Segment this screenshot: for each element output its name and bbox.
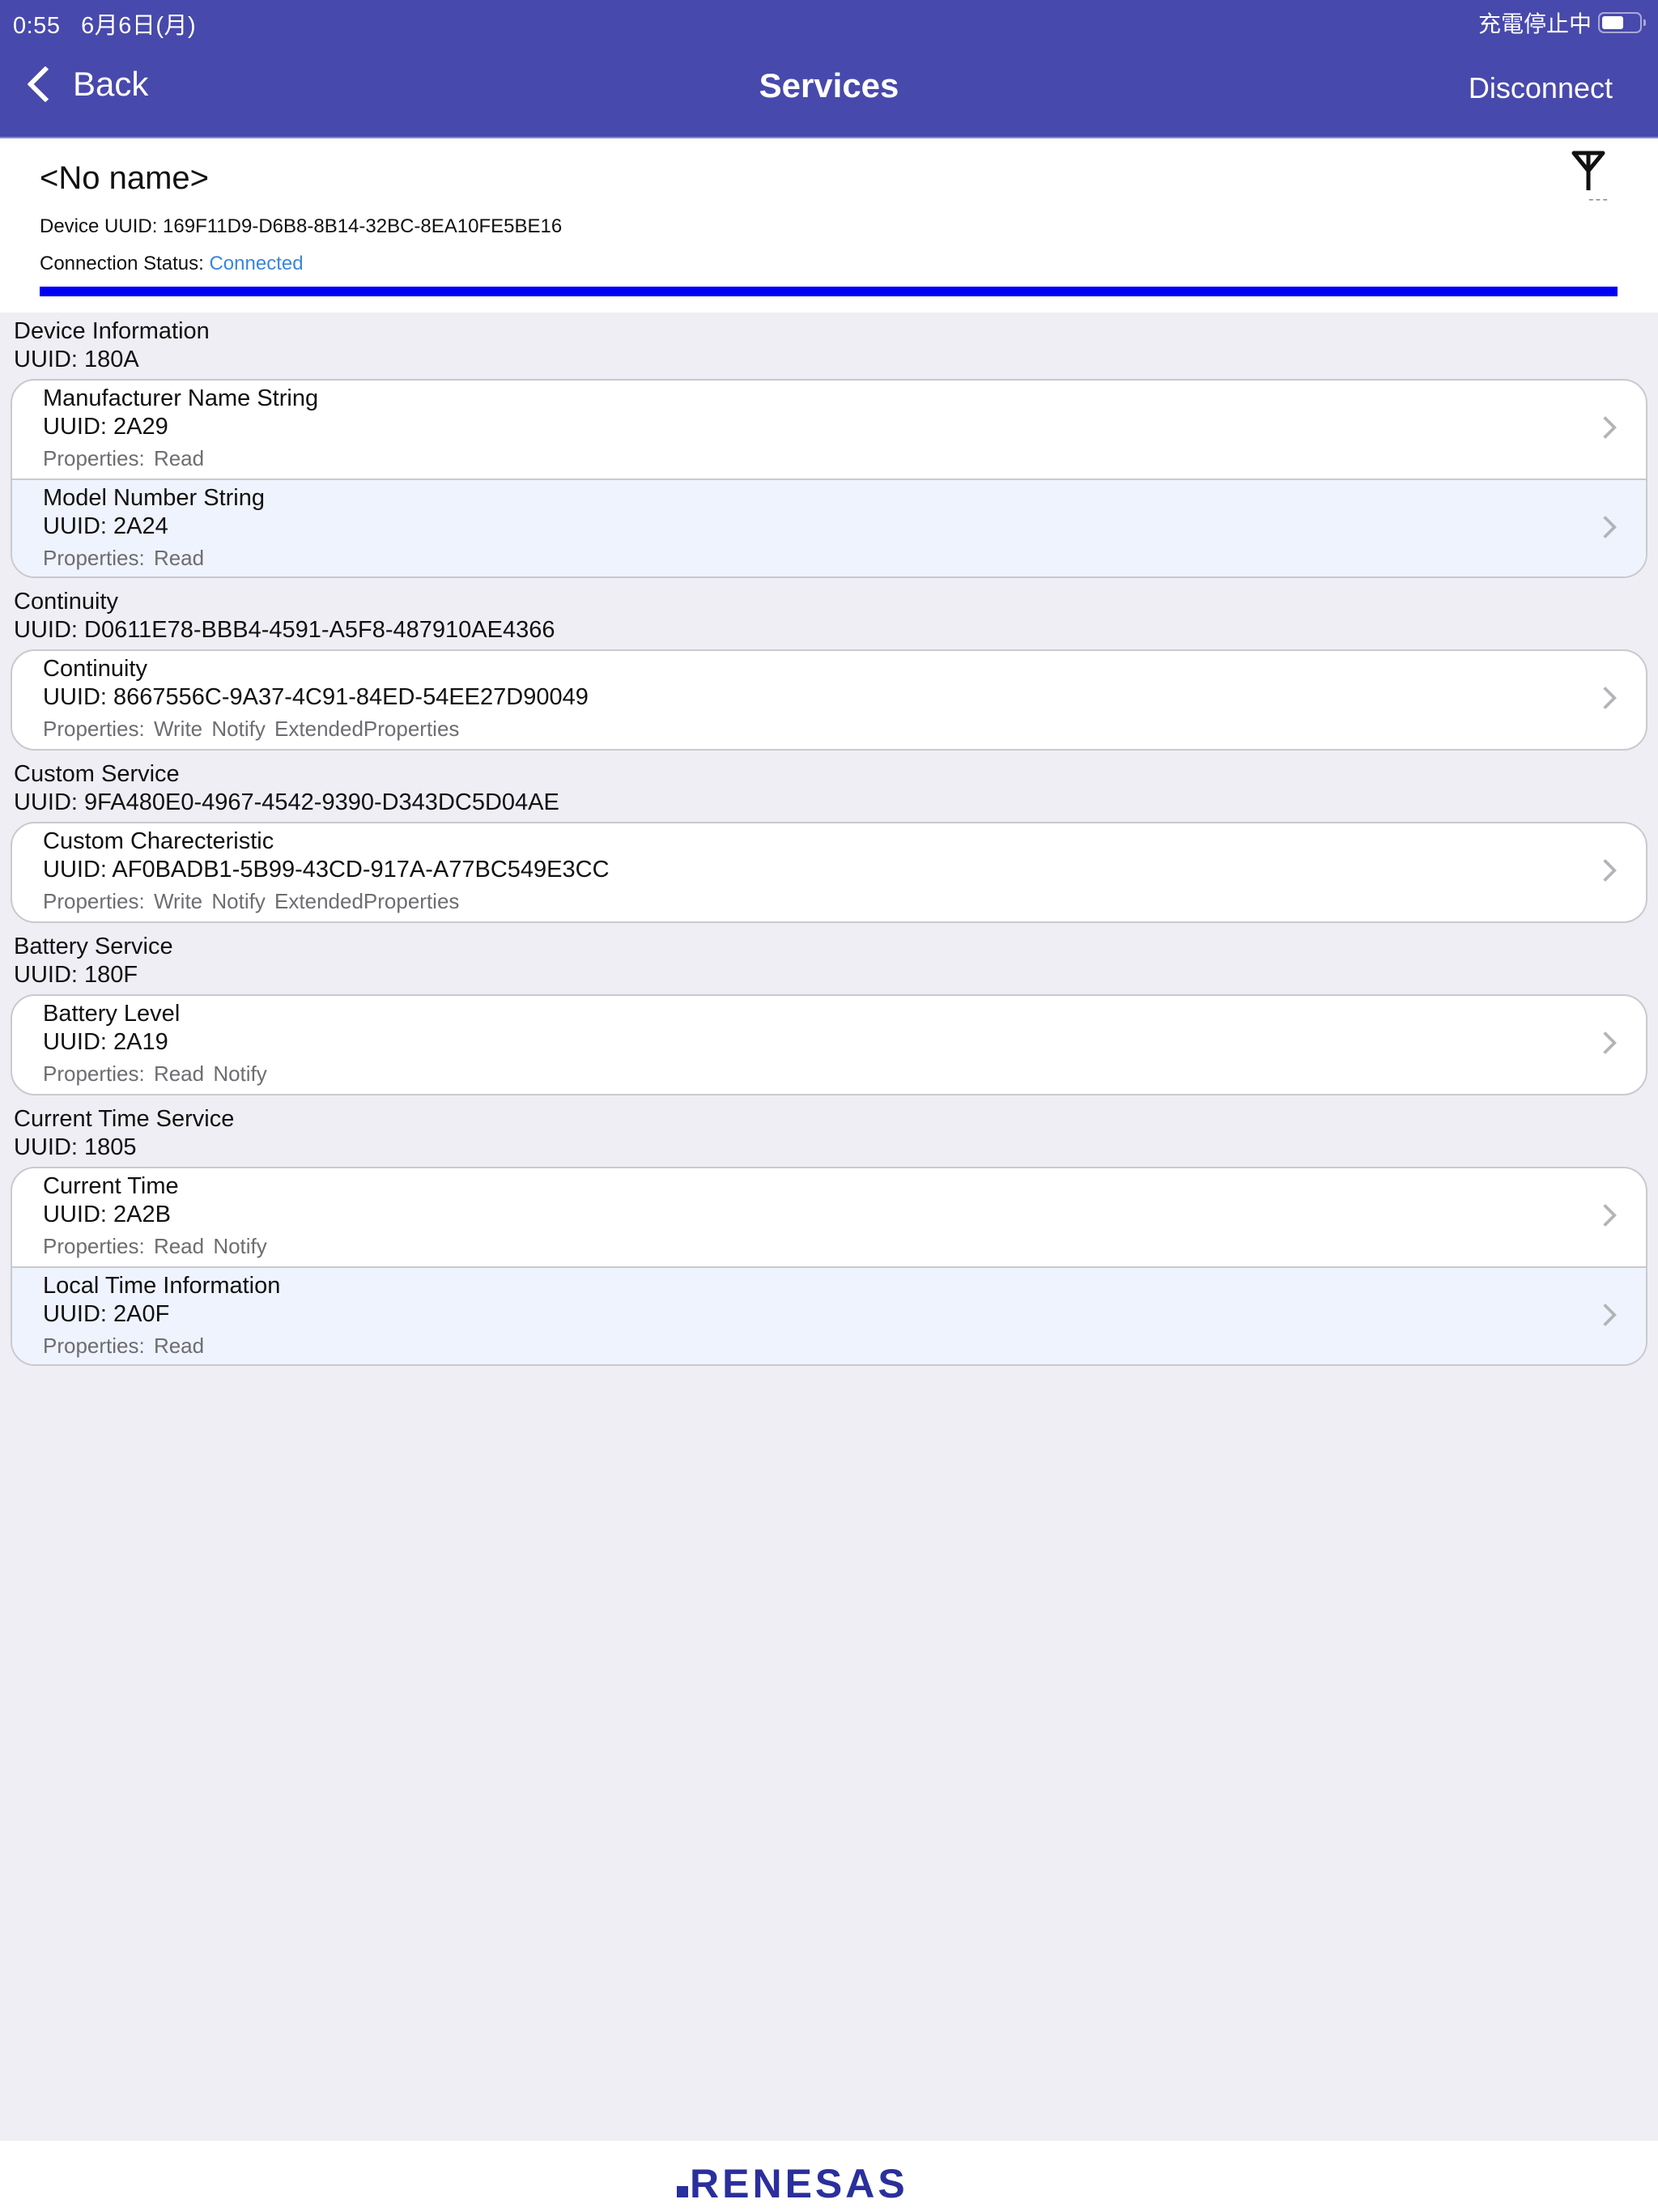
rssi-value: --- (1588, 190, 1609, 208)
footer: RENESAS (0, 2141, 1658, 2212)
characteristic-properties: Properties: Read (43, 1334, 205, 1358)
service-header: Continuity UUID: D0611E78-BBB4-4591-A5F8-… (0, 583, 1658, 644)
characteristic-group: Battery Level UUID: 2A19 Properties: Read … (11, 994, 1647, 1095)
characteristic-properties: Properties: Read (43, 546, 205, 570)
logo-text: RENESAS (690, 2162, 908, 2206)
characteristic-row[interactable]: Local Time Information UUID: 2A0F Properti… (12, 1266, 1646, 1364)
characteristic-group: Custom Charecteristic UUID: AF0BADB1-5B99… (11, 822, 1647, 923)
characteristic-uuid: UUID: 2A29 (43, 414, 168, 440)
service-header: Battery Service UUID: 180F (0, 928, 1658, 989)
characteristic-group: Continuity UUID: 8667556C-9A37-4C91-84ED-… (11, 649, 1647, 751)
clock: 0:55 (13, 13, 61, 39)
service-name: Continuity (14, 589, 118, 615)
chevron-right-icon (1593, 1303, 1618, 1327)
status-bar-right: 充電停止中 (1477, 6, 1646, 39)
connection-status-label: Connection Status: (40, 253, 204, 274)
services-list: Device Information UUID: 180A Manufacturer… (0, 313, 1658, 1371)
characteristic-uuid: UUID: 2A24 (43, 513, 168, 539)
device-info-panel: <No name> Device UUID: 169F11D9-D6B8-8B1… (0, 138, 1658, 313)
connection-progress-fill (40, 287, 1618, 296)
characteristic-properties: Properties: Read Notify (43, 1061, 267, 1086)
service-name: Current Time Service (14, 1106, 235, 1132)
characteristic-name: Manufacturer Name String (43, 385, 319, 411)
characteristic-row[interactable]: Manufacturer Name String UUID: 2A29 Proper… (12, 381, 1646, 479)
chevron-right-icon (1593, 1203, 1618, 1227)
characteristic-name: Model Number String (43, 485, 265, 511)
chevron-right-icon (1593, 686, 1618, 710)
characteristic-name: Continuity (43, 656, 147, 682)
chevron-right-icon (1593, 515, 1618, 539)
characteristic-uuid: UUID: 8667556C-9A37-4C91-84ED-54EE27D900… (43, 684, 589, 710)
characteristic-uuid: UUID: 2A0F (43, 1301, 170, 1327)
service-name: Device Information (14, 318, 210, 344)
characteristic-row[interactable]: Battery Level UUID: 2A19 Properties: Read … (12, 996, 1646, 1094)
navigation-bar: 0:55 6月6日(月) 充電停止中 Back Services Disconn… (0, 0, 1658, 138)
service-uuid: UUID: D0611E78-BBB4-4591-A5F8-487910AE43… (14, 617, 555, 643)
characteristic-uuid: UUID: 2A19 (43, 1029, 168, 1055)
page-title: Services (759, 66, 899, 104)
characteristic-row[interactable]: Custom Charecteristic UUID: AF0BADB1-5B99… (12, 823, 1646, 921)
characteristic-name: Local Time Information (43, 1273, 281, 1299)
chevron-right-icon (1593, 415, 1618, 440)
characteristic-name: Current Time (43, 1173, 179, 1199)
battery-icon (1598, 12, 1646, 33)
characteristic-properties: Properties: Write Notify ExtendedPropert… (43, 889, 460, 913)
characteristic-group: Manufacturer Name String UUID: 2A29 Proper… (11, 379, 1647, 578)
service-uuid: UUID: 1805 (14, 1134, 137, 1160)
device-uuid: Device UUID: 169F11D9-D6B8-8B14-32BC-8EA… (40, 215, 562, 238)
status-bar-time: 0:55 6月6日(月) (13, 6, 196, 40)
disconnect-button[interactable]: Disconnect (1469, 71, 1613, 105)
chevron-right-icon (1593, 858, 1618, 883)
characteristic-uuid: UUID: 2A2B (43, 1202, 171, 1227)
antenna-icon (1571, 151, 1605, 190)
date: 6月6日(月) (81, 13, 197, 39)
service-header: Current Time Service UUID: 1805 (0, 1100, 1658, 1162)
service-name: Battery Service (14, 934, 173, 959)
service-uuid: UUID: 180F (14, 962, 138, 988)
service-uuid: UUID: 180A (14, 347, 139, 372)
device-uuid-label: Device UUID: (40, 215, 158, 237)
service-uuid: UUID: 9FA480E0-4967-4542-9390-D343DC5D04… (14, 789, 559, 815)
characteristic-group: Current Time UUID: 2A2B Properties: Read N… (11, 1167, 1647, 1366)
device-uuid-value: 169F11D9-D6B8-8B14-32BC-8EA10FE5BE16 (163, 215, 563, 237)
characteristic-row[interactable]: Current Time UUID: 2A2B Properties: Read N… (12, 1168, 1646, 1266)
renesas-logo: RENESAS (677, 2162, 908, 2206)
characteristic-uuid: UUID: AF0BADB1-5B99-43CD-917A-A77BC549E3… (43, 857, 610, 883)
connection-progress-bar (40, 287, 1618, 296)
characteristic-row[interactable]: Model Number String UUID: 2A24 Properties:… (12, 479, 1646, 576)
chevron-right-icon (1593, 1031, 1618, 1055)
device-name: <No name> (40, 160, 210, 196)
characteristic-properties: Properties: Read (43, 446, 205, 470)
characteristic-name: Battery Level (43, 1001, 181, 1027)
connection-status: Connection Status: Connected (40, 253, 304, 275)
charging-status: 充電停止中 (1477, 11, 1592, 36)
characteristic-properties: Properties: Write Notify ExtendedPropert… (43, 717, 460, 741)
service-header: Device Information UUID: 180A (0, 313, 1658, 374)
service-name: Custom Service (14, 761, 180, 787)
characteristic-properties: Properties: Read Notify (43, 1234, 267, 1258)
service-header: Custom Service UUID: 9FA480E0-4967-4542-9… (0, 755, 1658, 817)
characteristic-name: Custom Charecteristic (43, 828, 274, 854)
connection-status-value: Connected (209, 253, 304, 274)
characteristic-row[interactable]: Continuity UUID: 8667556C-9A37-4C91-84ED-… (12, 651, 1646, 749)
